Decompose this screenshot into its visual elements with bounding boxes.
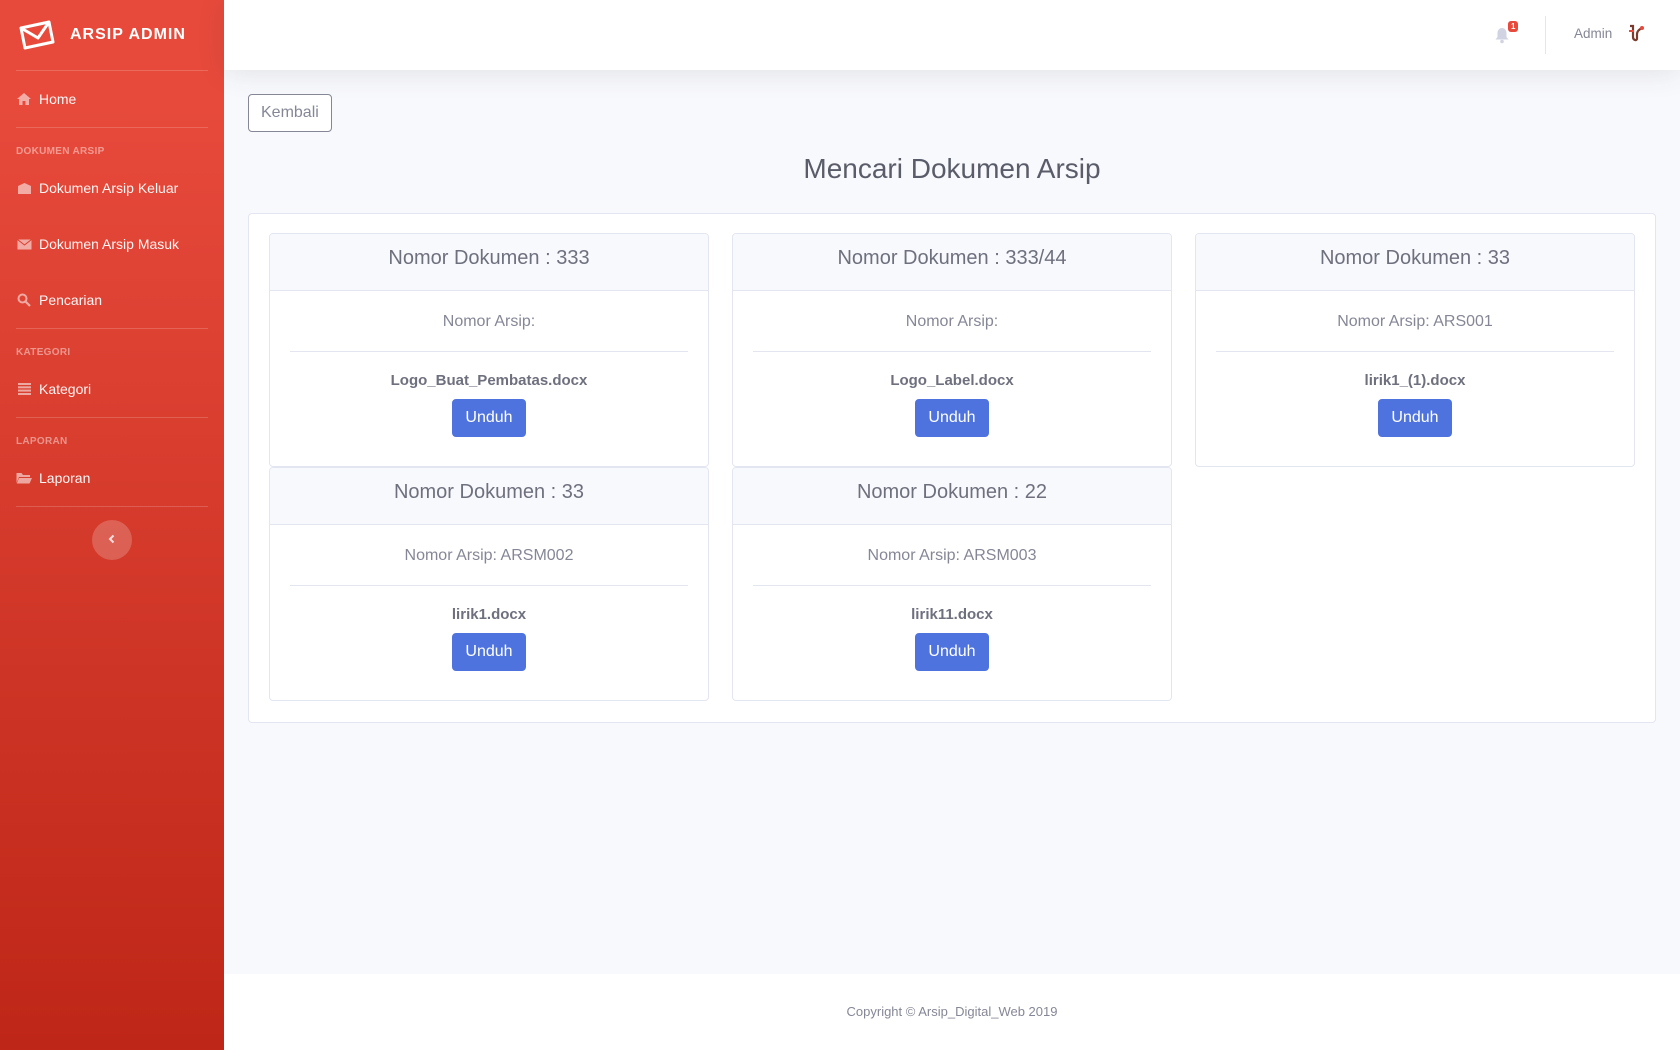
unduh-button[interactable]: Unduh <box>452 399 526 437</box>
archive-number: Nomor Arsip: ARSM003 <box>867 547 1037 564</box>
chevron-left-icon <box>107 531 117 549</box>
page-title: Mencari Dokumen Arsip <box>803 153 1101 184</box>
archive-number: Nomor Arsip: ARS001 <box>1337 313 1493 330</box>
file-name: Logo_Buat_Pembatas.docx <box>390 372 588 389</box>
archive-number: Nomor Arsip: ARSM002 <box>404 547 574 564</box>
envelope-icon <box>16 236 32 252</box>
document-number: Nomor Dokumen : 33 <box>1196 234 1634 291</box>
file-name: lirik11.docx <box>911 606 993 623</box>
sidebar-item-label: Laporan <box>39 470 91 486</box>
list-icon <box>16 381 32 397</box>
sidebar-item-pencarian[interactable]: Pencarian <box>0 272 224 328</box>
sidebar-item-kategori[interactable]: Kategori <box>0 361 224 417</box>
unduh-button[interactable]: Unduh <box>915 633 989 671</box>
avatar <box>1624 22 1646 44</box>
sidebar-item-dokumen-keluar[interactable]: Dokumen Arsip Keluar <box>0 160 224 216</box>
sidebar-item-label: Dokumen Arsip Masuk <box>39 236 180 252</box>
sidebar-heading-dokumen: DOKUMEN ARSIP <box>16 146 105 157</box>
document-card: Nomor Dokumen : 33 Nomor Arsip: ARS001 l… <box>1195 233 1635 467</box>
document-card: Nomor Dokumen : 333 Nomor Arsip: Logo_Bu… <box>269 233 709 467</box>
topbar: 1 Admin <box>224 0 1680 70</box>
document-number: Nomor Dokumen : 333/44 <box>733 234 1171 291</box>
topbar-divider <box>1545 16 1546 54</box>
sidebar: ARSIP ADMIN Home DOKUMEN ARSIP Dokumen A… <box>0 0 224 1050</box>
user-name: Admin <box>1574 25 1613 41</box>
sidebar-item-label: Kategori <box>39 381 92 397</box>
document-card: Nomor Dokumen : 33 Nomor Arsip: ARSM002 … <box>269 467 709 701</box>
file-name: lirik1_(1).docx <box>1364 372 1466 389</box>
sidebar-item-home[interactable]: Home <box>0 71 224 127</box>
unduh-button[interactable]: Unduh <box>1378 399 1452 437</box>
document-number: Nomor Dokumen : 33 <box>270 468 708 525</box>
sidebar-item-dokumen-masuk[interactable]: Dokumen Arsip Masuk <box>0 216 224 272</box>
sidebar-heading-kategori: KATEGORI <box>16 347 71 358</box>
unduh-button[interactable]: Unduh <box>452 633 526 671</box>
brand-link[interactable]: ARSIP ADMIN <box>0 0 224 70</box>
home-icon <box>16 91 32 107</box>
envelope-icon <box>17 17 57 53</box>
brand-title: ARSIP ADMIN <box>70 26 186 43</box>
results-card: Nomor Dokumen : 333 Nomor Arsip: Logo_Bu… <box>248 213 1656 723</box>
archive-number: Nomor Arsip: <box>442 313 536 330</box>
notification-badge: 1 <box>1508 21 1519 32</box>
unduh-button[interactable]: Unduh <box>915 399 989 437</box>
document-card: Nomor Dokumen : 333/44 Nomor Arsip: Logo… <box>732 233 1172 467</box>
footer: Copyright © Arsip_Digital_Web 2019 <box>224 974 1680 1050</box>
sidebar-divider <box>16 506 208 507</box>
archive-number: Nomor Arsip: <box>905 313 999 330</box>
document-number: Nomor Dokumen : 333 <box>270 234 708 291</box>
search-icon <box>16 292 32 308</box>
sidebar-item-label: Home <box>39 91 77 107</box>
sidebar-item-laporan[interactable]: Laporan <box>0 450 224 506</box>
sidebar-heading-laporan: LAPORAN <box>16 436 68 447</box>
sidebar-item-label: Pencarian <box>39 292 103 308</box>
file-name: Logo_Label.docx <box>890 372 1014 389</box>
document-card: Nomor Dokumen : 22 Nomor Arsip: ARSM003 … <box>732 467 1172 701</box>
sidebar-item-label: Dokumen Arsip Keluar <box>39 180 179 196</box>
sidebar-toggle-button[interactable] <box>92 520 132 560</box>
file-name: lirik1.docx <box>451 606 527 623</box>
kembali-button[interactable]: Kembali <box>248 94 332 132</box>
folder-icon <box>16 470 32 486</box>
document-number: Nomor Dokumen : 22 <box>733 468 1171 525</box>
user-dropdown[interactable]: Admin <box>1574 22 1646 44</box>
notification-button[interactable]: 1 <box>1494 21 1519 48</box>
box-icon <box>16 180 32 196</box>
copyright-text: Copyright © Arsip_Digital_Web 2019 <box>846 1004 1058 1019</box>
